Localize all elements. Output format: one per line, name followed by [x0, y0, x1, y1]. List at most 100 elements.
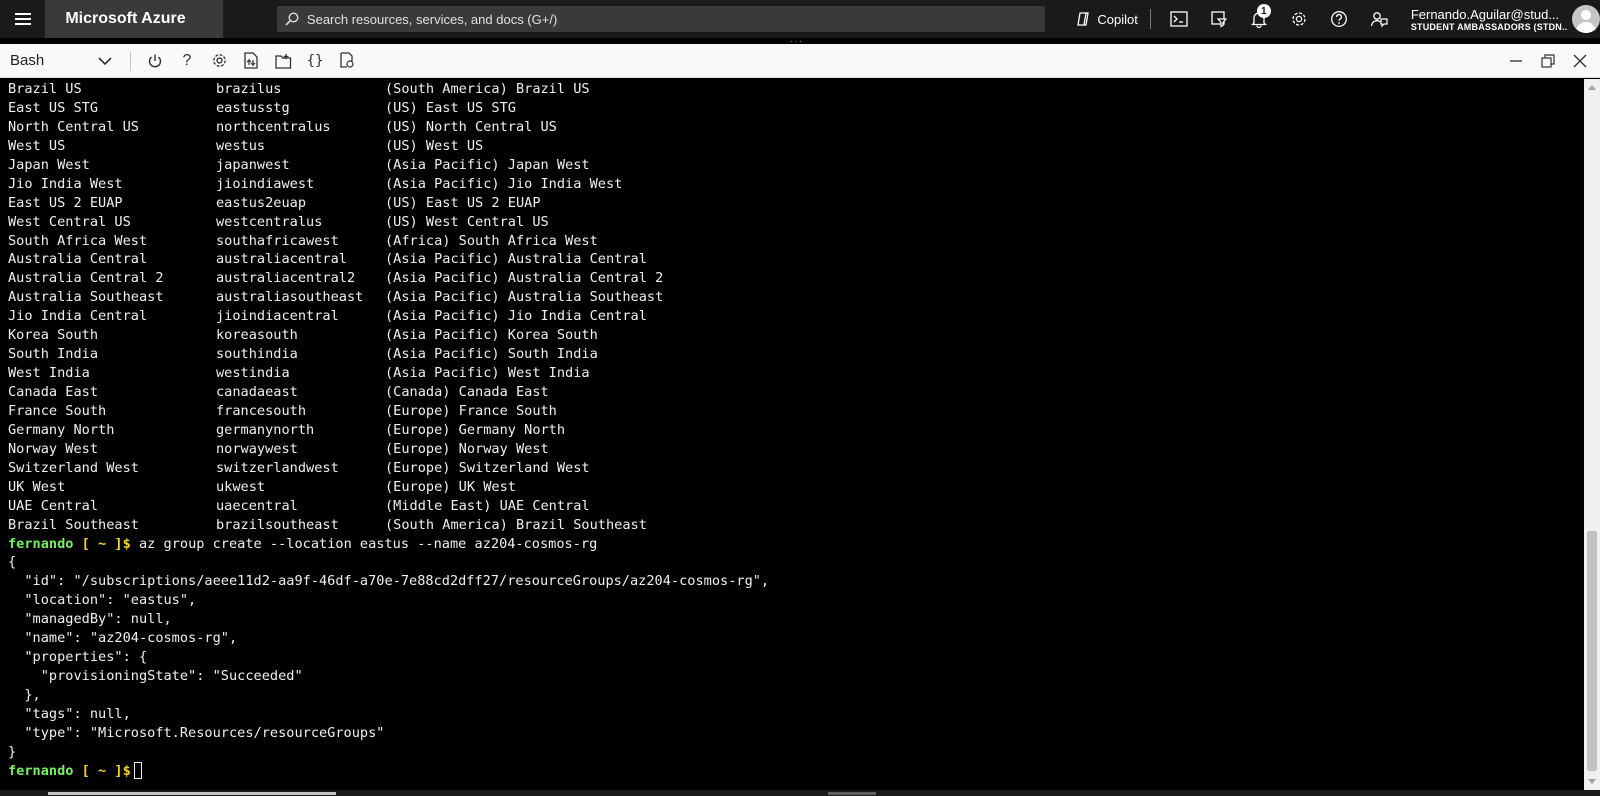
- terminal-scrollbar[interactable]: [1584, 79, 1600, 790]
- region-name: ukwest: [216, 478, 266, 495]
- web-preview-icon: [340, 52, 354, 68]
- region-name: southindia: [216, 346, 298, 363]
- scroll-up-arrow[interactable]: [1588, 85, 1596, 90]
- help-button[interactable]: [1319, 0, 1359, 38]
- region-display-name: Norway West: [8, 440, 99, 457]
- portal-menu-button[interactable]: [0, 0, 45, 38]
- region-display-name: Brazil Southeast: [8, 516, 139, 533]
- region-name: eastus2euap: [216, 194, 307, 211]
- region-name: southafricawest: [216, 232, 339, 249]
- terminal-output[interactable]: Brazil US brazilus (South America) Brazil …: [0, 79, 1584, 790]
- region-name: westindia: [216, 365, 290, 382]
- feedback-button[interactable]: [1359, 0, 1399, 38]
- toolbar-divider: [130, 50, 131, 71]
- scrollbar-thumb[interactable]: [1587, 531, 1597, 771]
- region-display-name: West US: [8, 137, 66, 154]
- region-regional-display-name: (South America) Brazil US: [385, 81, 590, 97]
- region-name: northcentralus: [216, 118, 331, 135]
- help-icon: [1330, 11, 1347, 27]
- json-output-line: "provisioningState": "Succeeded": [8, 668, 303, 685]
- region-display-name: Jio India West: [8, 175, 123, 192]
- scroll-down-arrow[interactable]: [1588, 779, 1596, 784]
- json-output-line: "id": "/subscriptions/aeee11d2-aa9f-46df…: [8, 573, 770, 590]
- region-row: Australia Southeast australiasoutheast (As…: [8, 288, 1584, 307]
- open-new-session-button[interactable]: [267, 45, 299, 77]
- minimize-icon: [1510, 59, 1522, 62]
- region-row: East US 2 EUAP eastus2euap (US) East US 2 …: [8, 194, 1584, 213]
- region-regional-display-name: (Europe) France South: [385, 402, 557, 419]
- directory-filter-button[interactable]: [1199, 0, 1239, 38]
- terminal-cursor[interactable]: [133, 762, 142, 780]
- account-menu-button[interactable]: Fernando.Aguilar@stud... STUDENT AMBASSA…: [1411, 7, 1569, 32]
- region-regional-display-name: (Asia Pacific) South India: [385, 346, 598, 363]
- notifications-button[interactable]: 1: [1239, 0, 1279, 38]
- region-name: australiasoutheast: [216, 289, 364, 306]
- region-row: East US STG eastusstg (US) East US STG: [8, 99, 1584, 118]
- region-display-name: Canada East: [8, 384, 99, 400]
- avatar[interactable]: [1572, 5, 1600, 33]
- gear-icon: [1292, 12, 1306, 26]
- region-name: jioindiawest: [216, 175, 315, 192]
- cloud-shell-toolbar: Bash ? {}: [0, 44, 1600, 78]
- region-name: brazilsoutheast: [216, 516, 339, 533]
- restore-button[interactable]: [1532, 45, 1564, 77]
- region-name: eastusstg: [216, 99, 290, 116]
- region-regional-display-name: (Middle East) UAE Central: [385, 497, 590, 514]
- region-display-name: East US STG: [8, 99, 99, 116]
- region-regional-display-name: (Europe) Switzerland West: [385, 459, 590, 476]
- region-row: Jio India West jioindiawest (Asia Pacific)…: [8, 175, 1584, 194]
- json-output-line: }: [8, 743, 17, 760]
- global-search-input[interactable]: Search resources, services, and docs (G+…: [276, 6, 1046, 32]
- region-regional-display-name: (Asia Pacific) Australia Central: [385, 251, 647, 268]
- cloud-shell-button[interactable]: [1159, 0, 1199, 38]
- region-regional-display-name: (Europe) Norway West: [385, 440, 549, 457]
- feedback-icon: [1370, 12, 1388, 28]
- region-display-name: Japan West: [8, 156, 90, 173]
- prompt-path: [ ~ ]$: [73, 535, 131, 552]
- region-regional-display-name: (Africa) South Africa West: [385, 232, 598, 249]
- account-directory: STUDENT AMBASSADORS (STDN...: [1410, 21, 1569, 32]
- region-row: Norway West norwaywest (Europe) Norway Wes…: [8, 440, 1584, 459]
- command-text: az group create --location eastus --name…: [130, 535, 598, 552]
- close-button[interactable]: [1564, 45, 1596, 77]
- region-row: Korea South koreasouth (Asia Pacific) Kore…: [8, 326, 1584, 345]
- upload-download-button[interactable]: [235, 45, 267, 77]
- region-regional-display-name: (US) East US 2 EUAP: [385, 194, 541, 211]
- prompt-user: fernando: [8, 762, 74, 779]
- terminal-icon: [1170, 11, 1188, 27]
- region-row: Switzerland West switzerlandwest (Europe) …: [8, 459, 1584, 478]
- notification-count-badge: 1: [1256, 4, 1271, 18]
- shell-type-select[interactable]: Bash: [6, 47, 116, 75]
- region-name: canadaeast: [216, 384, 298, 400]
- region-display-name: West Central US: [8, 213, 131, 230]
- json-output-line: },: [8, 687, 41, 703]
- region-display-name: UK West: [8, 478, 66, 495]
- region-row: West US westus (US) West US: [8, 137, 1584, 156]
- region-row: Australia Central 2 australiacentral2 (Asi…: [8, 269, 1584, 288]
- region-row: Brazil US brazilus (South America) Brazil …: [8, 80, 1584, 99]
- restart-button[interactable]: [139, 45, 171, 77]
- region-display-name: Germany North: [8, 421, 115, 438]
- minimize-button[interactable]: [1500, 45, 1532, 77]
- prompt-user: fernando: [8, 535, 74, 552]
- region-display-name: South India: [8, 346, 99, 363]
- region-regional-display-name: (Canada) Canada East: [385, 384, 549, 400]
- region-regional-display-name: (Europe) UK West: [385, 478, 516, 495]
- help-button[interactable]: ?: [171, 45, 203, 77]
- region-regional-display-name: (Asia Pacific) Japan West: [385, 156, 590, 173]
- prompt-path: [ ~ ]$: [73, 762, 131, 779]
- region-display-name: Australia Central: [8, 251, 148, 268]
- settings-button[interactable]: [1279, 0, 1319, 38]
- prompt-line[interactable]: fernando [ ~ ]$: [8, 762, 1584, 781]
- brand-home-link[interactable]: Microsoft Azure: [45, 0, 223, 38]
- web-preview-button[interactable]: [331, 45, 363, 77]
- new-session-icon: [274, 53, 291, 69]
- hamburger-icon: [14, 18, 31, 20]
- settings-button[interactable]: [203, 45, 235, 77]
- copilot-button[interactable]: Copilot: [1075, 9, 1151, 29]
- region-row: South India southindia (Asia Pacific) Sout…: [8, 345, 1584, 364]
- json-output-line: "properties": {: [8, 649, 148, 666]
- open-editor-button[interactable]: {}: [299, 45, 331, 77]
- region-row: West Central US westcentralus (US) West Ce…: [8, 213, 1584, 232]
- region-regional-display-name: (South America) Brazil Southeast: [385, 516, 647, 533]
